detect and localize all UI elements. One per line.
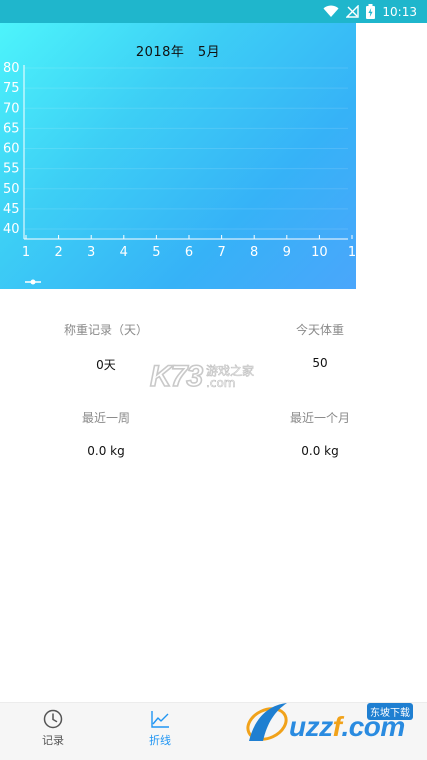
- last-week-label: 最近一周: [81, 411, 130, 425]
- uzzf-text-main: uzz: [289, 711, 333, 742]
- last-week-value: 0.0 kg: [87, 444, 125, 458]
- clock-icon: [43, 709, 63, 729]
- y-tick-label: 55: [3, 162, 20, 177]
- last-month-label: 最近一个月: [289, 411, 350, 425]
- nav-item-record[interactable]: 记录: [18, 707, 88, 755]
- last-month-stat: 最近一个月 0.0 kg: [250, 409, 390, 458]
- uzzf-badge: 东坡下载: [367, 703, 413, 720]
- status-time: 10:13: [382, 4, 417, 19]
- x-tick-label: 7: [217, 245, 225, 260]
- nav-label-line-chart: 折线: [149, 734, 171, 747]
- weight-chart[interactable]: 2018年 5月 80 75 70 65 60 55 50 45 40 1 2 3 4 5 6 7 8 9 10 1: [0, 23, 356, 289]
- today-weight-value: 50: [312, 356, 328, 370]
- y-tick-label: 75: [3, 81, 20, 96]
- x-tick-label: 6: [185, 245, 193, 260]
- y-tick-label: 60: [3, 142, 20, 157]
- x-tick-label: 1: [22, 245, 30, 260]
- nav-label-record: 记录: [42, 734, 64, 747]
- legend-marker: [30, 279, 36, 285]
- x-tick-label: 10: [311, 245, 328, 260]
- wifi-icon: [323, 5, 339, 17]
- uzzf-emblem-icon: [246, 703, 288, 741]
- no-signal-icon: [346, 5, 360, 18]
- watermark-line2: .com: [206, 376, 236, 390]
- watermark-text: 游戏之家 .com: [206, 365, 255, 390]
- x-tick-label: 8: [250, 245, 258, 260]
- y-tick-label: 45: [3, 202, 20, 217]
- watermark-logo: K73: [149, 359, 204, 394]
- y-tick-label: 65: [3, 121, 20, 136]
- y-tick-label: 50: [3, 182, 20, 197]
- y-tick-label: 40: [3, 222, 20, 237]
- uzzf-logo: uzzf.com 东坡下载: [243, 697, 423, 753]
- y-tick-label: 80: [3, 61, 20, 76]
- weigh-records-label: 称重记录（天）: [63, 323, 148, 337]
- nav-item-line-chart[interactable]: 折线: [125, 707, 195, 755]
- x-tick-label: 2: [54, 245, 62, 260]
- status-bar: 10:13: [0, 0, 427, 23]
- last-month-value: 0.0 kg: [301, 444, 339, 458]
- k73-watermark: K73 游戏之家 .com: [149, 359, 255, 394]
- status-icons: 10:13: [323, 3, 417, 20]
- battery-icon: [366, 4, 376, 19]
- chart-plot: 8075706560555045401 2 3 4 5 6 7 8 9 10 1: [3, 61, 356, 285]
- x-tick-label: 3: [87, 245, 95, 260]
- x-tick-label: 5: [152, 245, 160, 260]
- today-weight-label: 今天体重: [295, 323, 344, 337]
- y-tick-label: 70: [3, 101, 20, 116]
- line-chart-icon: [151, 711, 169, 728]
- x-tick-label: 1: [348, 245, 356, 260]
- today-weight-stat: 今天体重 50: [250, 321, 390, 370]
- last-week-stat: 最近一周 0.0 kg: [36, 409, 176, 458]
- x-tick-label: 4: [120, 245, 128, 260]
- x-tick-label: 9: [283, 245, 291, 260]
